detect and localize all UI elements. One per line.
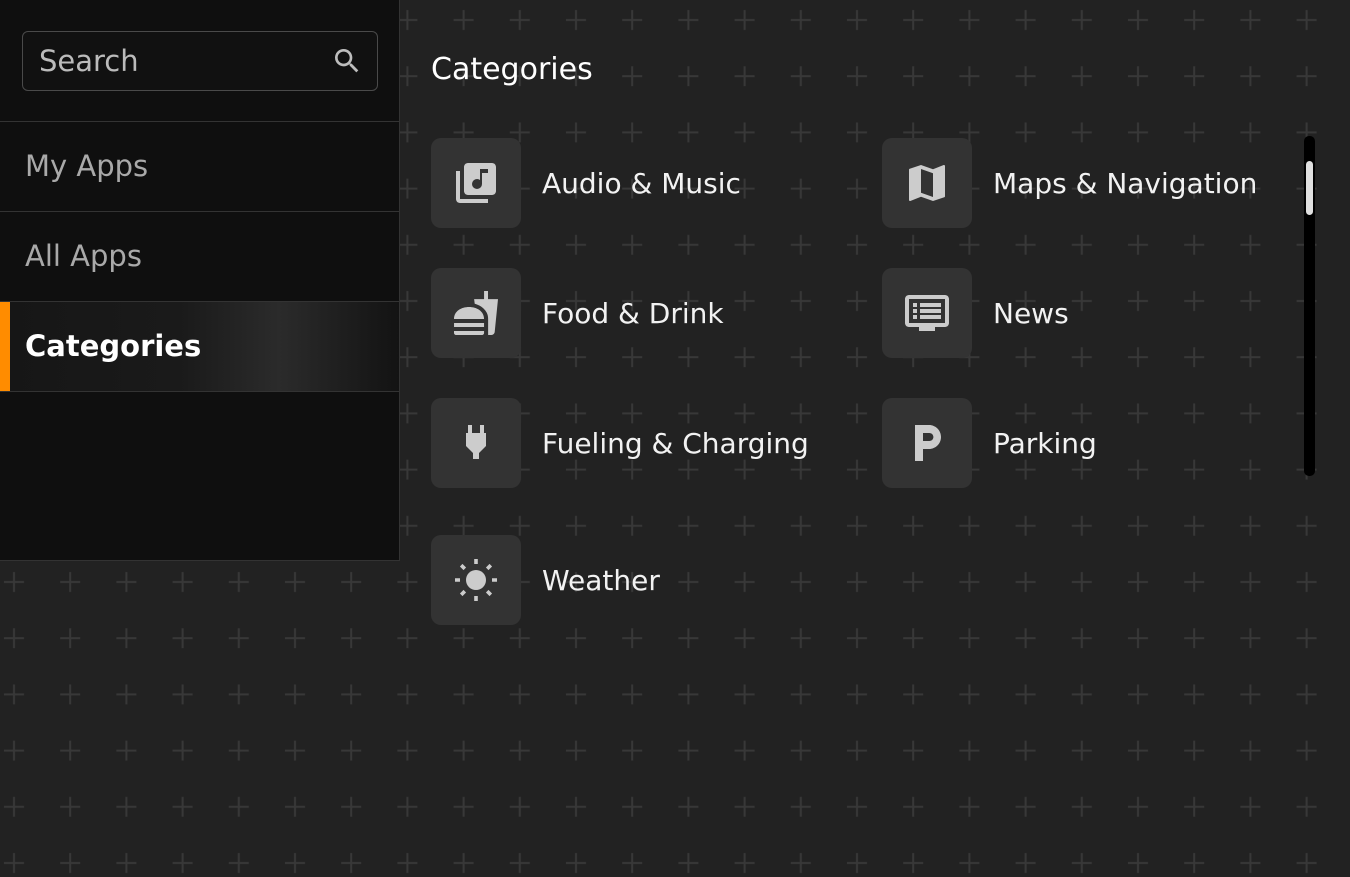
category-maps-navigation[interactable]: Maps & Navigation (882, 138, 1257, 228)
scrollbar-track[interactable] (1304, 136, 1315, 476)
news-icon (905, 295, 949, 331)
category-label: News (993, 296, 1069, 330)
sidebar-item-categories[interactable]: Categories (0, 302, 399, 392)
category-tile (431, 268, 521, 358)
search-box[interactable] (22, 31, 378, 91)
sidebar-item-my-apps[interactable]: My Apps (0, 122, 399, 212)
active-indicator (0, 302, 10, 391)
category-label: Audio & Music (542, 166, 741, 200)
category-label: Weather (542, 563, 660, 597)
search-input[interactable] (39, 32, 319, 90)
category-food-drink[interactable]: Food & Drink (431, 268, 724, 358)
parking-icon (915, 425, 941, 461)
sidebar-item-label: All Apps (25, 239, 142, 273)
category-tile (431, 398, 521, 488)
category-tile (882, 138, 972, 228)
category-tile (882, 398, 972, 488)
sidebar-item-label: Categories (25, 329, 202, 363)
category-fueling-charging[interactable]: Fueling & Charging (431, 398, 809, 488)
sidebar: My Apps All Apps Categories (0, 0, 400, 561)
category-tile (431, 535, 521, 625)
map-icon (909, 165, 945, 201)
sidebar-nav: My Apps All Apps Categories (0, 121, 399, 392)
power-plug-icon (466, 425, 486, 459)
search-icon[interactable] (331, 45, 363, 77)
category-label: Fueling & Charging (542, 426, 809, 460)
scrollbar-thumb[interactable] (1306, 161, 1313, 215)
sidebar-item-label: My Apps (25, 149, 149, 183)
page-title: Categories (431, 52, 593, 87)
main-content: Categories Audio & Music Maps & Navigati… (431, 0, 1331, 877)
category-weather[interactable]: Weather (431, 535, 660, 625)
fastfood-icon (454, 291, 498, 335)
category-audio-music[interactable]: Audio & Music (431, 138, 741, 228)
category-label: Maps & Navigation (993, 166, 1258, 200)
category-label: Food & Drink (542, 296, 724, 330)
category-parking[interactable]: Parking (882, 398, 1097, 488)
category-tile (431, 138, 521, 228)
sun-icon (455, 559, 497, 601)
music-library-icon (456, 163, 496, 203)
category-label: Parking (993, 426, 1097, 460)
category-tile (882, 268, 972, 358)
category-news[interactable]: News (882, 268, 1069, 358)
sidebar-item-all-apps[interactable]: All Apps (0, 212, 399, 302)
